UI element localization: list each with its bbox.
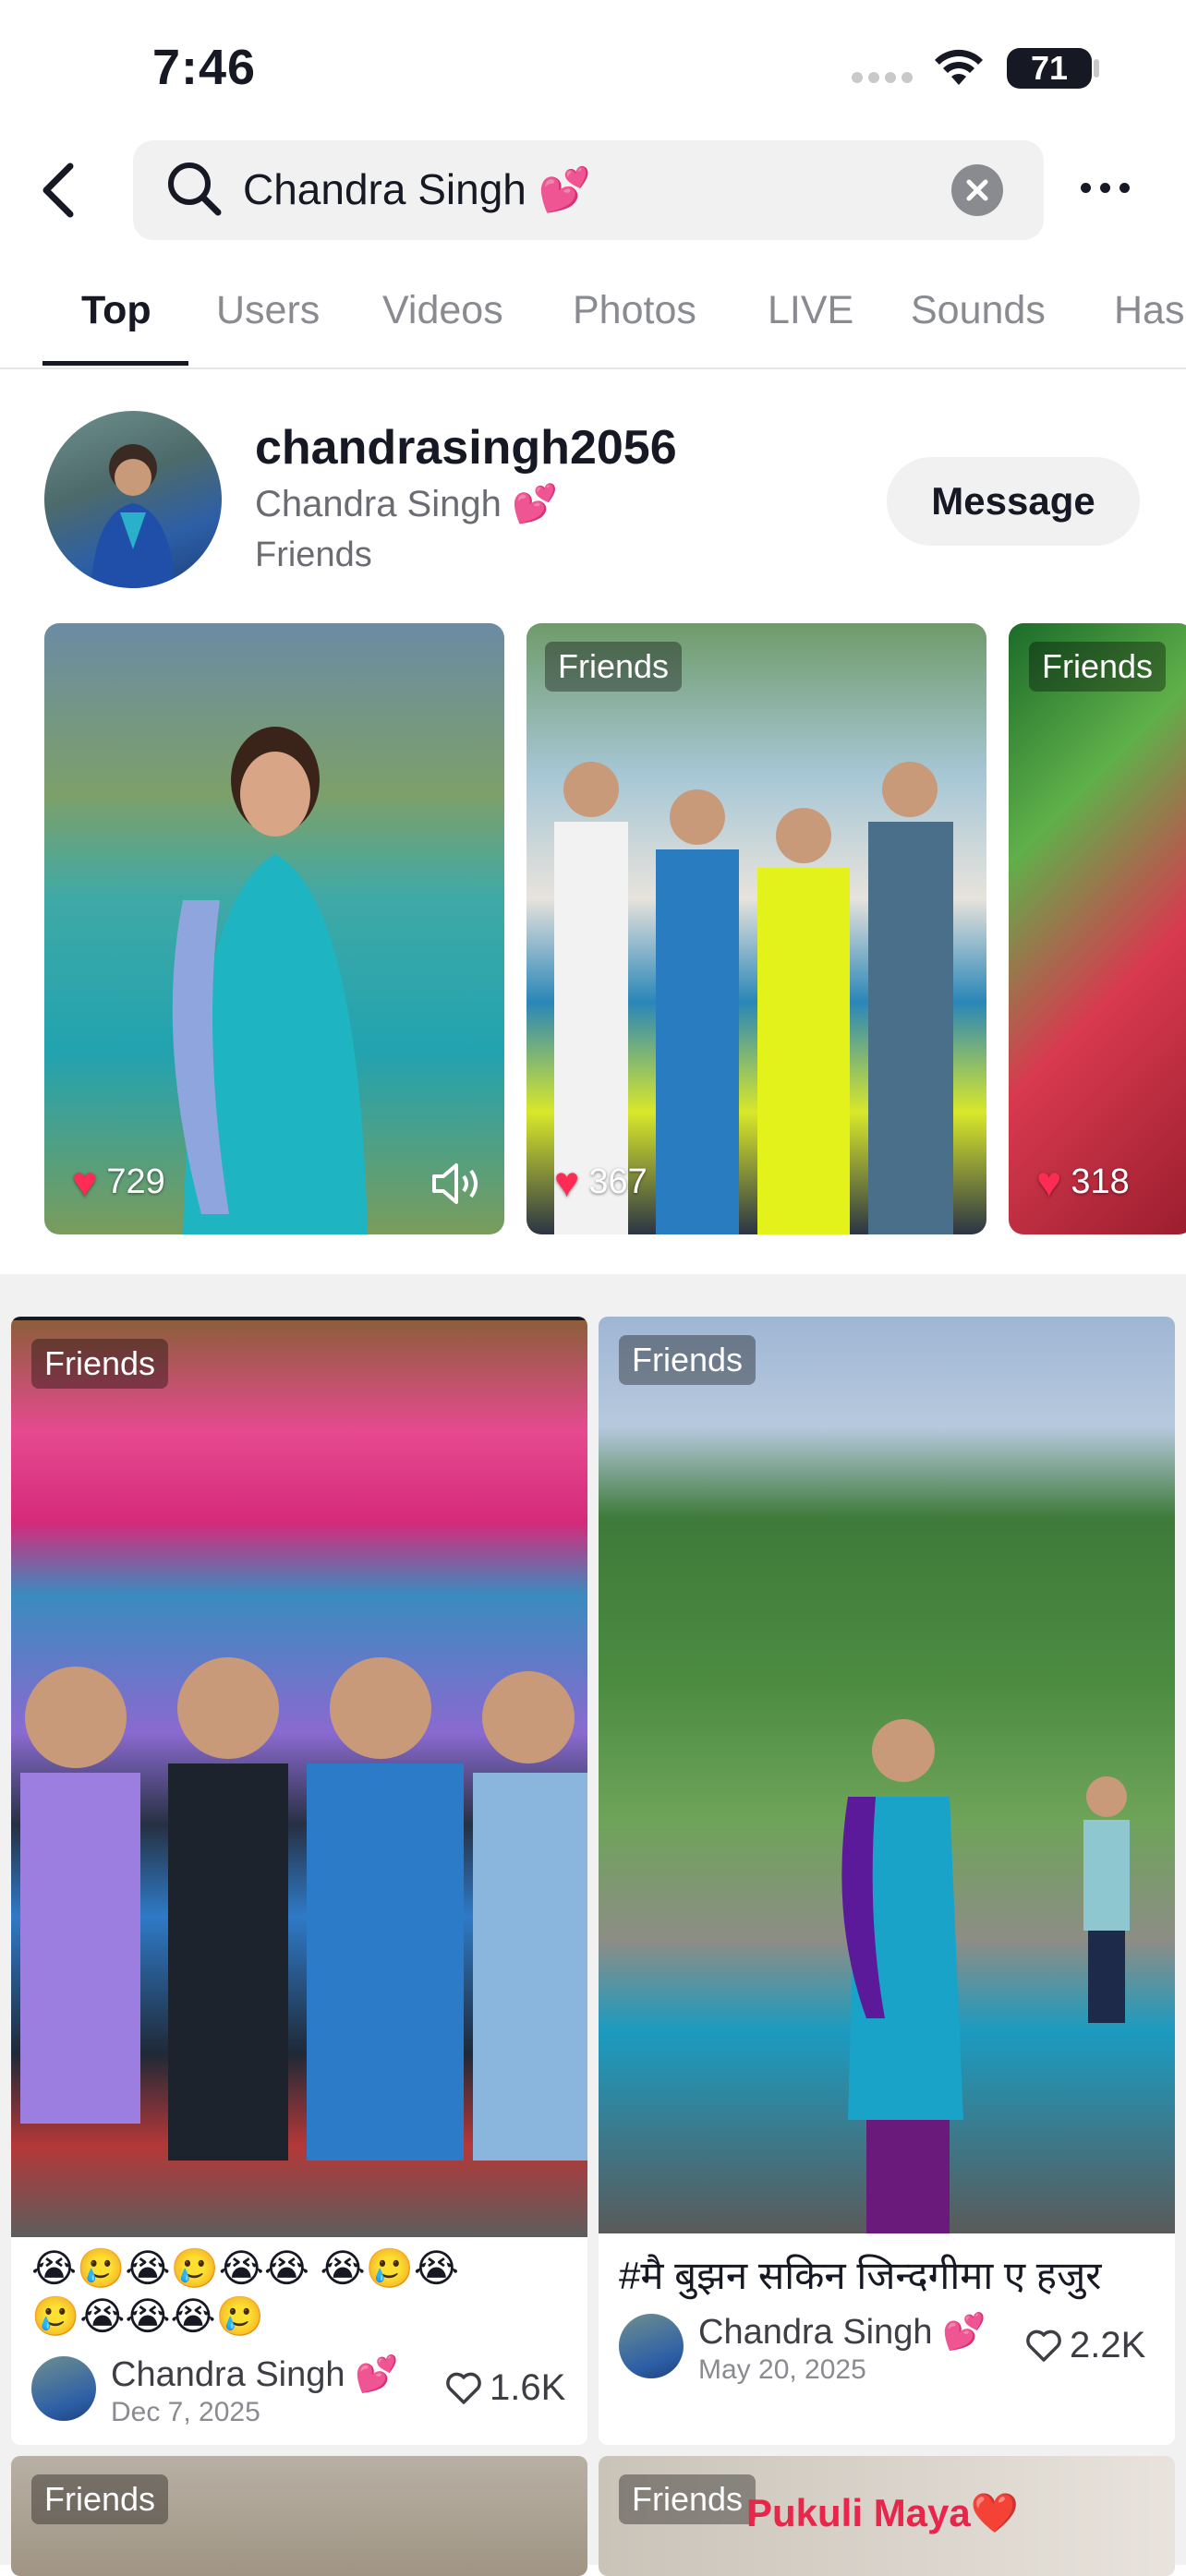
author-avatar[interactable] [619,2314,684,2378]
back-icon[interactable] [37,157,81,223]
active-tab-indicator [42,361,188,366]
author-avatar[interactable] [31,2356,96,2421]
like-count: ♥ 318 [1036,1158,1130,1206]
video-thumbnail[interactable]: Friends ♥ 367 [526,623,986,1234]
friends-badge: Friends [619,1335,756,1385]
video-thumbnail[interactable]: Friends [599,1317,1175,2233]
like-count[interactable]: 1.6K [445,2367,565,2409]
video-caption: #मै बुझन सकिन जिन्दगीमा ए हजुर [619,2254,1102,2297]
friends-badge: Friends [619,2474,756,2524]
friends-badge: Friends [545,642,683,692]
friends-badge: Friends [31,1339,169,1389]
video-caption: 😭🥲😭🥲😭😭 😭🥲😭 [31,2246,460,2290]
video-thumbnail[interactable]: Friends ♥ 318 [1009,623,1186,1234]
status-time: 7:46 [152,40,257,95]
video-thumbnail[interactable]: ♥ 729 [44,623,504,1234]
message-button[interactable]: Message [887,457,1140,546]
like-count-value: 1.6K [490,2367,566,2408]
grid-video-card[interactable]: Friends [11,2456,587,2576]
grid-video-card[interactable]: Friends 😭🥲😭🥲😭😭 😭🥲😭 🥲😭😭😭🥲 Chandra Singh 💕… [11,1317,587,2445]
like-count[interactable]: 2.2K [1025,2325,1145,2366]
tab-videos[interactable]: Videos [382,288,503,333]
search-query-text[interactable]: Chandra Singh 💕 [243,164,591,215]
friends-badge: Friends [31,2474,169,2524]
author-name[interactable]: Chandra Singh 💕 [698,2312,986,2353]
heart-outline-icon [446,2372,481,2404]
friends-label: Friends [255,536,372,574]
cellular-signal-icon [852,72,913,83]
tab-sounds[interactable]: Sounds [911,288,1046,333]
like-count-value: 2.2K [1070,2325,1146,2365]
section-divider [0,1274,1186,1306]
post-date: May 20, 2025 [698,2354,866,2385]
battery-icon: 71 [1007,48,1092,89]
battery-tip [1094,59,1099,78]
like-count: ♥ 729 [72,1158,165,1206]
heart-icon: ♥ [1036,1158,1062,1206]
friends-badge: Friends [1029,642,1167,692]
search-tabs: Top Users Videos Photos LIVE Sounds Has [0,277,1186,369]
grid-video-card[interactable]: Friends Pukuli Maya❤️ [599,2456,1175,2576]
post-date: Dec 7, 2025 [111,2397,260,2427]
like-count: ♥ 367 [554,1158,647,1206]
clear-search-icon[interactable] [951,164,1003,216]
wifi-icon [933,48,985,93]
avatar[interactable] [44,411,222,588]
heart-icon: ♥ [554,1158,580,1206]
username[interactable]: chandrasingh2056 [255,420,677,475]
heart-outline-icon [1026,2329,1061,2362]
display-name: Chandra Singh 💕 [255,484,558,524]
more-options-icon[interactable] [1081,183,1130,193]
video-thumbnail[interactable]: Friends [11,1317,587,2237]
grid-video-card[interactable]: Friends #मै बुझन सकिन जिन्दगीमा ए हजुर C… [599,1317,1175,2445]
tab-top[interactable]: Top [81,288,151,333]
tab-live[interactable]: LIVE [768,288,853,333]
video-caption-continued: 🥲😭😭😭🥲 [31,2294,264,2338]
tab-hashtags[interactable]: Has [1114,288,1184,333]
tab-photos[interactable]: Photos [573,288,696,333]
tab-users[interactable]: Users [216,288,320,333]
author-name[interactable]: Chandra Singh 💕 [111,2354,398,2395]
heart-icon: ♥ [72,1158,98,1206]
search-icon [164,159,224,223]
video-overlay-text: Pukuli Maya❤️ [746,2491,1020,2534]
sound-icon[interactable] [430,1162,482,1210]
